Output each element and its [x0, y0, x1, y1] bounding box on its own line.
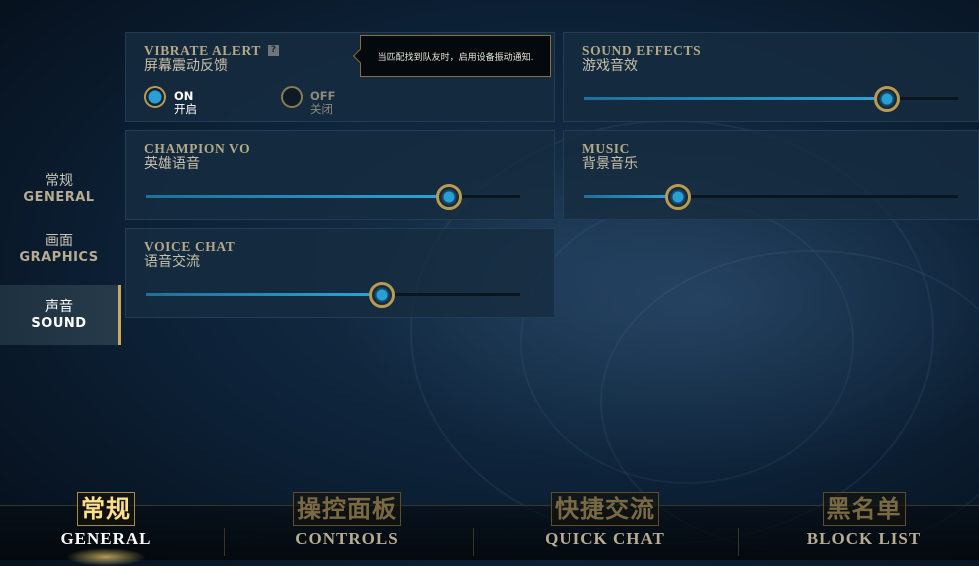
voice-chat-slider-handle[interactable] [368, 282, 395, 308]
sidebar-item-graphics[interactable]: 画面 GRAPHICS [0, 220, 118, 278]
voice-chat-title: VOICE CHAT [144, 239, 236, 254]
sidebar-item-label-en: SOUND [31, 315, 87, 331]
vibrate-alert-subtitle: 屏幕震动反馈 [144, 58, 228, 74]
sidebar-item-label-zh: 常规 [45, 172, 73, 189]
music-panel: MUSIC 背景音乐 [563, 130, 979, 220]
voice-chat-subtitle: 语音交流 [144, 254, 200, 270]
sound-effects-slider[interactable] [584, 86, 958, 112]
music-title: MUSIC [582, 141, 631, 156]
music-slider[interactable] [584, 184, 958, 210]
tab-label-en: GENERAL [60, 529, 152, 548]
vibrate-alert-title: VIBRATE ALERT [144, 43, 261, 58]
music-subtitle: 背景音乐 [582, 156, 638, 172]
voice-chat-slider[interactable] [146, 282, 520, 308]
tab-label-en: BLOCK LIST [806, 529, 922, 548]
vibrate-off-label[interactable]: OFF 关闭 [310, 90, 336, 116]
sound-effects-panel: SOUND EFFECTS 游戏音效 [563, 32, 979, 122]
vibrate-on-label[interactable]: ON 开启 [174, 90, 197, 116]
sidebar-item-general[interactable]: 常规 GENERAL [0, 160, 118, 218]
voice-chat-panel: VOICE CHAT 语音交流 [125, 228, 555, 318]
tab-quick-chat[interactable]: 快捷交流 QUICK CHAT [534, 492, 676, 560]
vibrate-off-radio[interactable] [281, 86, 303, 108]
sidebar-item-sound[interactable]: 声音 SOUND [0, 285, 121, 345]
sound-effects-subtitle: 游戏音效 [582, 58, 638, 74]
tab-label-zh: 常规 [77, 492, 135, 526]
sidebar-item-label-zh: 画面 [45, 232, 73, 249]
vibrate-off-label-zh: 关闭 [310, 102, 333, 116]
tab-label-zh: 操控面板 [293, 492, 401, 526]
help-icon[interactable]: ? [268, 45, 279, 56]
sound-effects-slider-fill [584, 97, 887, 100]
vibrate-on-radio[interactable] [144, 86, 166, 108]
music-slider-fill [584, 195, 678, 198]
tab-label-en: QUICK CHAT [545, 529, 665, 548]
tab-controls[interactable]: 操控面板 CONTROLS [276, 492, 418, 560]
sidebar-item-label-en: GRAPHICS [19, 249, 99, 265]
sidebar-item-label-zh: 声音 [45, 298, 73, 315]
vibrate-on-label-zh: 开启 [174, 102, 197, 116]
tab-block-list[interactable]: 黑名单 BLOCK LIST [800, 492, 928, 560]
tab-general[interactable]: 常规 GENERAL [50, 492, 162, 566]
vibrate-tooltip-text: 当匹配找到队友时，启用设备振动通知. [377, 52, 534, 63]
champion-vo-subtitle: 英雄语音 [144, 156, 200, 172]
vibrate-tooltip: 当匹配找到队友时，启用设备振动通知. [360, 35, 551, 77]
background-swirl [520, 200, 854, 484]
sound-effects-slider-handle[interactable] [873, 86, 900, 112]
champion-vo-slider[interactable] [146, 184, 520, 210]
sidebar-item-label-en: GENERAL [23, 189, 95, 205]
champion-vo-title: CHAMPION VO [144, 141, 251, 156]
champion-vo-panel: CHAMPION VO 英雄语音 [125, 130, 555, 220]
tab-divider [473, 528, 474, 556]
music-slider-handle[interactable] [664, 184, 691, 210]
sound-effects-title: SOUND EFFECTS [582, 43, 702, 58]
champion-vo-slider-handle[interactable] [435, 184, 462, 210]
voice-chat-slider-fill [146, 293, 382, 296]
tab-divider [224, 528, 225, 556]
tab-label-zh: 黑名单 [822, 492, 906, 526]
tab-divider [738, 528, 739, 556]
tab-label-zh: 快捷交流 [551, 492, 659, 526]
bottom-tab-bar: 常规 GENERAL 操控面板 CONTROLS 快捷交流 QUICK CHAT… [0, 492, 979, 566]
tab-label-en: CONTROLS [295, 529, 399, 548]
champion-vo-slider-fill [146, 195, 449, 198]
